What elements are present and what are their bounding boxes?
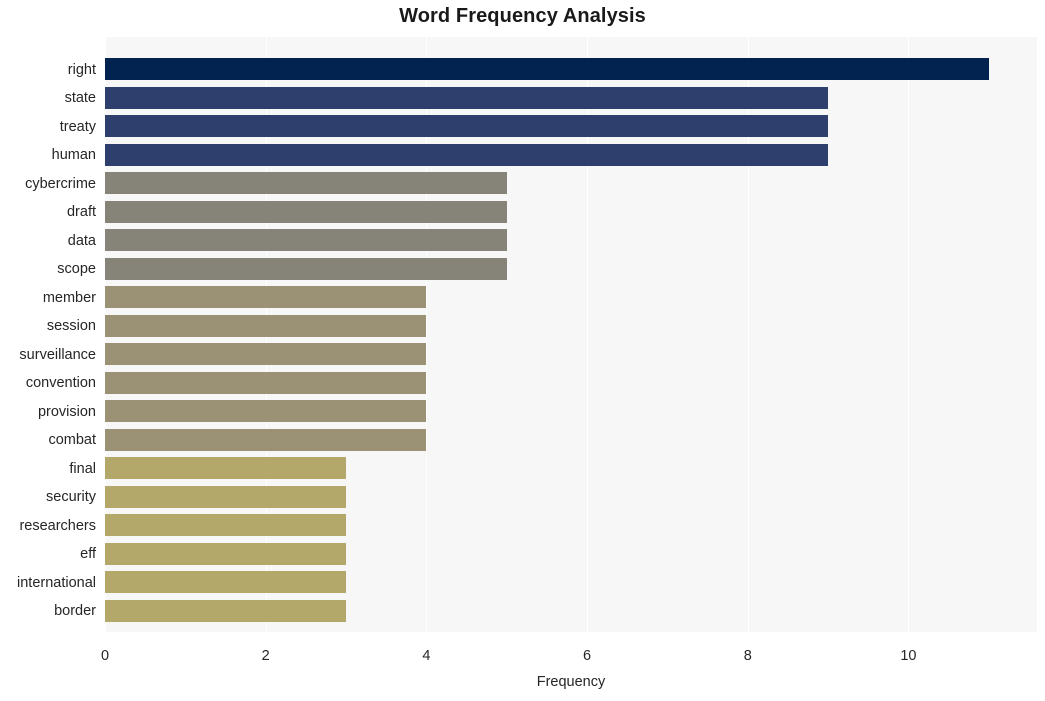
x-tick-label-8: 8 xyxy=(743,648,752,664)
bar-row[interactable] xyxy=(105,568,1037,597)
bar-international[interactable] xyxy=(105,571,347,594)
bar-cybercrime[interactable] xyxy=(105,172,507,195)
x-tick-label-2: 2 xyxy=(261,648,270,664)
bar-combat[interactable] xyxy=(105,428,427,451)
x-tick-label-10: 10 xyxy=(900,648,917,664)
bar-row[interactable] xyxy=(105,426,1037,455)
y-tick-label-combat: combat xyxy=(48,432,96,448)
y-tick-label-treaty: treaty xyxy=(59,118,96,135)
x-axis-title: Frequency xyxy=(536,674,606,690)
y-tick-label-data: data xyxy=(67,232,96,249)
y-tick-label-researchers: researchers xyxy=(19,517,96,534)
bar-data[interactable] xyxy=(105,229,507,252)
word-frequency-bar-chart: Word Frequency Analysis right state treaty… xyxy=(0,0,1045,701)
bar-row[interactable] xyxy=(105,255,1037,284)
y-tick-label-state: state xyxy=(64,90,96,106)
y-tick-label-draft: draft xyxy=(66,204,96,220)
y-tick-label-security: security xyxy=(46,489,96,505)
bar-security[interactable] xyxy=(105,485,347,508)
y-tick-label-provision: provision xyxy=(37,403,96,420)
y-tick-label-international: international xyxy=(17,574,96,591)
bar-row[interactable] xyxy=(105,369,1037,398)
bar-row[interactable] xyxy=(105,112,1037,141)
bar-member[interactable] xyxy=(105,286,427,309)
bar-right[interactable] xyxy=(105,58,989,81)
bar-session[interactable] xyxy=(105,314,427,337)
bar-researchers[interactable] xyxy=(105,514,347,537)
y-tick-label-final: final xyxy=(69,460,96,477)
chart-title: Word Frequency Analysis xyxy=(399,5,646,27)
x-tick-label-0: 0 xyxy=(100,648,110,664)
bar-final[interactable] xyxy=(105,457,347,480)
bar-row[interactable] xyxy=(105,84,1037,113)
y-tick-label-convention: convention xyxy=(25,375,96,391)
bar-state[interactable] xyxy=(105,86,829,109)
y-tick-label-right: right xyxy=(67,61,96,78)
bar-row[interactable] xyxy=(105,226,1037,255)
bar-row[interactable] xyxy=(105,397,1037,426)
bar-scope[interactable] xyxy=(105,257,507,280)
y-tick-label-cybercrime: cybercrime xyxy=(25,175,96,192)
bar-convention[interactable] xyxy=(105,371,427,394)
bar-eff[interactable] xyxy=(105,542,347,565)
bar-row[interactable] xyxy=(105,340,1037,369)
x-tick-label-6: 6 xyxy=(583,648,592,664)
y-tick-label-session: session xyxy=(46,318,96,334)
bar-row[interactable] xyxy=(105,283,1037,312)
bar-human[interactable] xyxy=(105,143,829,166)
bar-treaty[interactable] xyxy=(105,115,829,138)
y-tick-label-scope: scope xyxy=(57,261,96,277)
bar-provision[interactable] xyxy=(105,400,427,423)
y-tick-label-border: border xyxy=(54,603,96,619)
y-tick-label-member: member xyxy=(42,289,96,306)
bar-row[interactable] xyxy=(105,483,1037,512)
bar-row[interactable] xyxy=(105,55,1037,84)
bar-row[interactable] xyxy=(105,198,1037,227)
bar-row[interactable] xyxy=(105,540,1037,569)
y-tick-label-human: human xyxy=(51,147,96,163)
bar-row[interactable] xyxy=(105,511,1037,540)
y-tick-label-surveillance: surveillance xyxy=(19,346,96,363)
bar-row[interactable] xyxy=(105,141,1037,170)
bar-row[interactable] xyxy=(105,454,1037,483)
x-tick-label-4: 4 xyxy=(422,648,431,664)
bar-draft[interactable] xyxy=(105,200,507,223)
bar-row[interactable] xyxy=(105,169,1037,198)
y-tick-label-eff: eff xyxy=(80,546,96,562)
plot-area xyxy=(105,37,1037,632)
bar-row[interactable] xyxy=(105,597,1037,626)
bar-surveillance[interactable] xyxy=(105,343,427,366)
bar-border[interactable] xyxy=(105,599,347,622)
bar-row[interactable] xyxy=(105,312,1037,341)
